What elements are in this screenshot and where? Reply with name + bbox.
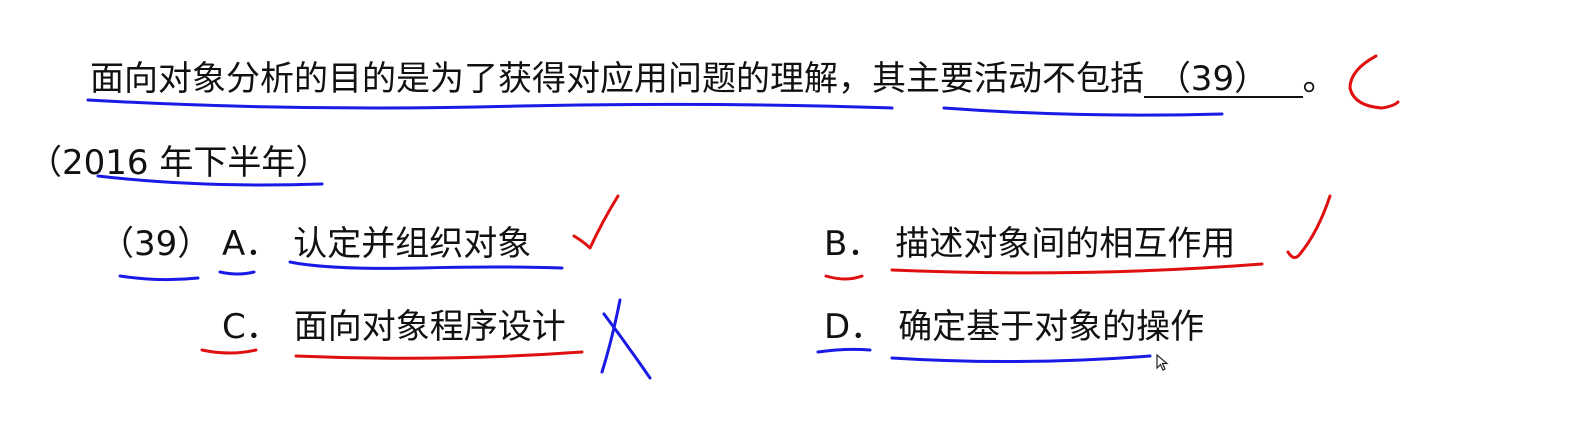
letter-b-underline: [824, 274, 864, 281]
mouse-cursor-icon: [1156, 354, 1169, 371]
cross-mark-2: [602, 312, 652, 380]
option-c-letter: C．: [222, 307, 280, 347]
check-mark-b: [1286, 194, 1332, 259]
option-b-letter: B．: [824, 224, 882, 264]
option-c-text: 面向对象程序设计: [293, 307, 566, 347]
option-d-underline: [890, 354, 1152, 364]
blank-bracket-mark: [1348, 54, 1400, 110]
option-b: B． 描述对象间的相互作用: [824, 223, 1235, 265]
stem-underline-1: [86, 98, 894, 110]
number-underline: [118, 274, 200, 282]
option-a-text: 认定并组织对象: [293, 224, 532, 264]
option-b-text: 描述对象间的相互作用: [895, 224, 1236, 264]
letter-d-underline: [816, 347, 872, 354]
cross-mark-1: [600, 298, 622, 374]
blank-number: （39）: [1156, 59, 1269, 99]
letter-c-underline: [200, 348, 258, 355]
option-d: D． 确定基于对象的操作: [824, 306, 1204, 348]
option-number: （39）: [100, 224, 212, 264]
option-d-text: 确定基于对象的操作: [898, 307, 1205, 347]
check-mark-a: [572, 194, 620, 250]
option-c: C． 面向对象程序设计: [222, 306, 566, 348]
option-b-underline: [890, 262, 1264, 275]
option-c-underline: [294, 350, 584, 360]
answer-blank: （39）: [1144, 62, 1303, 98]
letter-a-underline: [218, 270, 256, 276]
option-d-letter: D．: [824, 307, 885, 347]
stem-underline-2: [942, 106, 1224, 117]
question-stem: 面向对象分析的目的是为了获得对应用问题的理解，其主要活动不包括 （39） 。: [90, 58, 1337, 100]
stem-part2: 其主要活动不包括: [872, 59, 1144, 99]
question-source: （2016 年下半年）: [28, 143, 330, 183]
option-a: A． 认定并组织对象: [222, 223, 531, 265]
option-a-letter: A．: [222, 224, 280, 264]
stem-part1: 面向对象分析的目的是为了获得对应用问题的理解，: [90, 59, 872, 99]
stem-end-punct: 。: [1302, 59, 1337, 99]
